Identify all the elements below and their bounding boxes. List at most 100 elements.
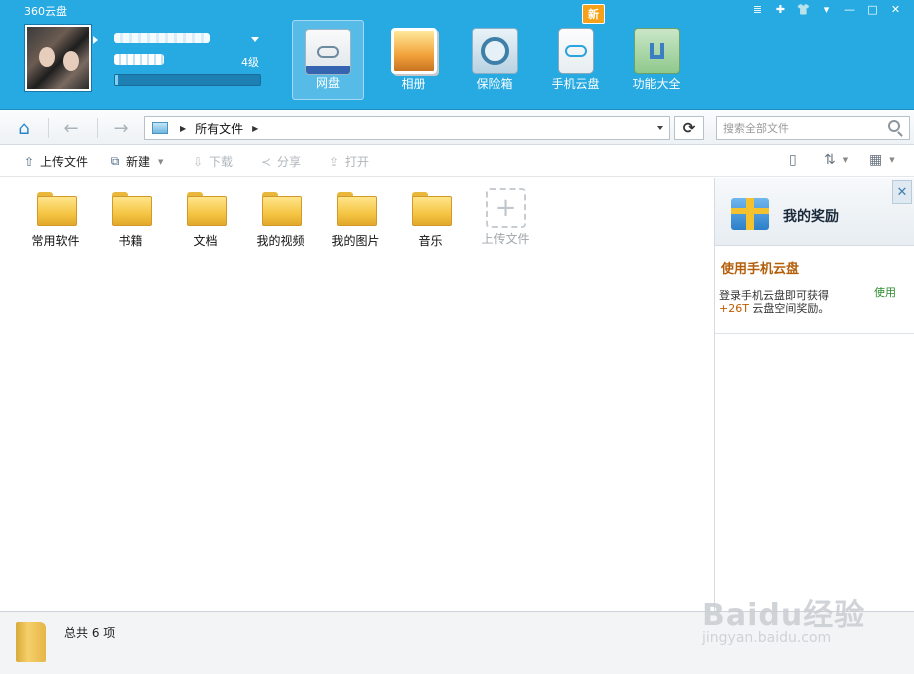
download-button[interactable]: ⇩ 下载 <box>191 153 233 170</box>
download-label: 下载 <box>209 155 234 169</box>
folder-name: 我的视频 <box>256 234 305 248</box>
chevron-right-icon[interactable]: ▶ <box>180 124 186 133</box>
nav-label: 手机云盘 <box>551 77 600 91</box>
toolbox-icon <box>633 28 680 74</box>
rewards-header: 我的奖励 ✕ <box>715 178 914 246</box>
upload-tile-label: 上传文件 <box>481 232 530 246</box>
reward-task: 使用手机云盘 使用 登录手机云盘即可获得 +26T 云盘空间奖励。 <box>715 246 914 334</box>
view-mode-button[interactable]: ▦ ▼ <box>869 152 895 168</box>
nav-label: 功能大全 <box>632 77 681 91</box>
minimize-icon[interactable]: — <box>841 3 858 16</box>
storage-progress <box>114 74 261 86</box>
search-icon[interactable] <box>888 120 900 132</box>
nav-toolbox[interactable]: 功能大全 <box>616 20 697 100</box>
new-folder-icon: ⧉ <box>110 154 120 168</box>
sort-icon: ⇅ <box>824 152 836 168</box>
menu-icon[interactable]: ≣ <box>749 3 766 16</box>
file-grid: 常用软件 书籍 文档 我的视频 我的图片 音乐 + 上传文件 <box>18 188 543 249</box>
avatar-photo <box>27 27 89 89</box>
task-reward-amount: +26T <box>719 302 749 315</box>
folder-icon <box>186 192 227 226</box>
task-desc-line2: 云盘空间奖励。 <box>748 302 830 315</box>
plus-icon: + <box>485 188 526 228</box>
download-icon: ⇩ <box>192 154 204 169</box>
folder-item[interactable]: 文档 <box>168 188 243 249</box>
nav-label: 保险箱 <box>476 77 513 91</box>
chevron-right-icon[interactable]: ▶ <box>252 124 258 133</box>
close-icon[interactable]: ✕ <box>887 3 904 16</box>
nav-safe[interactable]: 保险箱 <box>454 20 535 100</box>
watermark-logo: Baidu经验 <box>702 598 866 633</box>
safe-icon <box>471 28 518 74</box>
avatar[interactable] <box>24 24 92 92</box>
path-bar[interactable]: ▶ 所有文件 ▶ <box>144 116 670 140</box>
folder-icon <box>261 192 302 226</box>
main-nav: 网盘 相册 保险箱 手机云盘 功能大全 新 <box>292 4 697 100</box>
new-badge: 新 <box>582 4 605 24</box>
user-level: 4级 <box>241 56 259 69</box>
upload-tile[interactable]: + 上传文件 <box>468 188 543 249</box>
chevron-down-icon: ▼ <box>889 156 895 164</box>
folder-name: 我的图片 <box>331 234 380 248</box>
app-header: 360云盘 ≣ ✚ 👕 ▾ — □ ✕ 4级 网盘 相册 保险箱 手机云盘 功能… <box>0 0 914 110</box>
folder-name: 音乐 <box>418 234 443 248</box>
folder-icon <box>16 622 46 662</box>
task-use-link[interactable]: 使用 <box>874 284 896 300</box>
home-icon: ⌂ <box>18 117 30 139</box>
cloud-disk-icon <box>305 29 351 75</box>
skin-icon[interactable]: 👕 <box>795 3 812 16</box>
folder-icon <box>111 192 152 226</box>
chevron-down-icon: ▼ <box>158 157 164 166</box>
nav-phone-cloud[interactable]: 手机云盘 <box>535 20 616 100</box>
folder-item[interactable]: 常用软件 <box>18 188 93 249</box>
user-menu-chevron-icon[interactable] <box>251 37 259 42</box>
toggle-panel-button[interactable]: ▯ <box>789 152 797 168</box>
share-icon: ≺ <box>260 154 272 169</box>
task-description: 登录手机云盘即可获得 +26T 云盘空间奖励。 <box>719 289 859 315</box>
maximize-icon[interactable]: □ <box>864 3 881 16</box>
home-button[interactable]: ⌂ <box>8 116 40 140</box>
username-redacted[interactable] <box>114 33 210 43</box>
back-button[interactable]: ← <box>56 116 86 140</box>
forward-button[interactable]: → <box>106 116 136 140</box>
search-input[interactable] <box>716 116 910 140</box>
open-label: 打开 <box>345 155 370 169</box>
breadcrumb-current[interactable]: 所有文件 <box>195 120 243 137</box>
upload-button[interactable]: ⇧ 上传文件 <box>22 153 88 170</box>
app-title: 360云盘 <box>24 5 67 18</box>
folder-name: 书籍 <box>118 234 143 248</box>
folder-name: 常用软件 <box>31 234 80 248</box>
folder-item[interactable]: 书籍 <box>93 188 168 249</box>
refresh-icon: ⟳ <box>682 119 696 137</box>
nav-label: 相册 <box>401 77 426 91</box>
new-label: 新建 <box>126 155 151 169</box>
photo-album-icon <box>390 28 437 74</box>
folder-item[interactable]: 我的图片 <box>318 188 393 249</box>
sort-button[interactable]: ⇅ ▼ <box>824 152 848 168</box>
refresh-button[interactable]: ⟳ <box>674 116 704 140</box>
new-button[interactable]: ⧉ 新建 ▼ <box>108 153 164 170</box>
nav-photo-album[interactable]: 相册 <box>373 20 454 100</box>
chevron-down-icon: ▼ <box>842 156 849 164</box>
nav-label: 网盘 <box>315 76 340 90</box>
gift-icon[interactable]: ✚ <box>772 3 789 16</box>
open-button[interactable]: ⇪ 打开 <box>327 153 369 170</box>
grid-view-icon: ▦ <box>869 152 883 168</box>
panel-icon: ▯ <box>789 152 797 168</box>
folder-icon <box>36 192 77 226</box>
folder-name: 文档 <box>193 234 218 248</box>
file-area[interactable]: 常用软件 书籍 文档 我的视频 我的图片 音乐 + 上传文件 <box>0 178 714 611</box>
chevron-down-icon[interactable] <box>657 126 663 130</box>
folder-icon <box>152 122 168 134</box>
arrow-right-icon: → <box>113 117 129 139</box>
rewards-panel: 我的奖励 ✕ 使用手机云盘 使用 登录手机云盘即可获得 +26T 云盘空间奖励。 <box>714 178 914 611</box>
divider <box>48 118 49 138</box>
nav-cloud-disk[interactable]: 网盘 <box>292 20 364 100</box>
folder-item[interactable]: 音乐 <box>393 188 468 249</box>
item-count: 总共 6 项 <box>64 626 116 640</box>
folder-item[interactable]: 我的视频 <box>243 188 318 249</box>
share-button[interactable]: ≺ 分享 <box>259 153 301 170</box>
avatar-caret-icon <box>93 36 98 44</box>
close-panel-button[interactable]: ✕ <box>892 180 912 204</box>
dropdown-icon[interactable]: ▾ <box>818 3 835 16</box>
